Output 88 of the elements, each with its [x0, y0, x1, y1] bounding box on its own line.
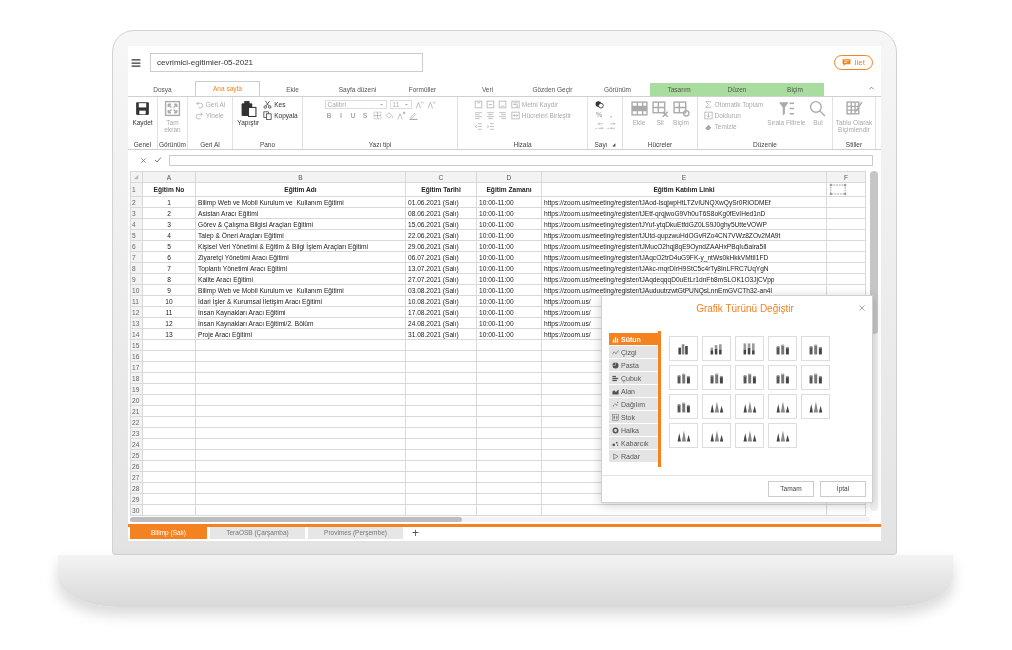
cylinder-chart-icon: [774, 370, 791, 385]
chart-style-option[interactable]: [768, 394, 797, 419]
bubble-chart-icon: [612, 439, 619, 447]
scatter-chart-icon: [612, 400, 619, 408]
column-chart-icon: [612, 335, 619, 343]
decimal-increase-icon: [594, 121, 604, 130]
wrap-text-icon: [510, 100, 520, 109]
delete-cells-icon: [651, 100, 669, 117]
donut-chart-icon: [612, 426, 619, 434]
launcher-icon[interactable]: [610, 141, 616, 147]
cylinder-chart-icon: [741, 370, 758, 385]
align-center-icon: [485, 111, 495, 120]
chart-style-option[interactable]: [669, 336, 698, 361]
close-icon: [858, 304, 866, 312]
decimal-decrease-icon: [606, 121, 616, 130]
chart-style-option[interactable]: [702, 394, 731, 419]
formula-input[interactable]: [169, 154, 873, 166]
caret-icon: [378, 102, 384, 107]
expand-icon: [164, 100, 181, 117]
cylinder-chart-icon: [675, 399, 692, 414]
chart-style-option[interactable]: [801, 336, 830, 361]
search-icon: [809, 100, 827, 117]
chat-bubble-icon: [842, 58, 852, 67]
align-top-icon: [473, 100, 483, 109]
close-button[interactable]: [858, 304, 866, 312]
highlighter-icon: [408, 111, 418, 120]
shape-icon: [829, 183, 847, 196]
cylinder-chart-icon: [708, 370, 725, 385]
stock-chart-icon: [612, 413, 619, 421]
redo-icon: [194, 111, 204, 120]
undo-icon: [194, 100, 204, 109]
cylinder-chart-icon: [807, 341, 824, 356]
horizontal-scrollbar[interactable]: [130, 517, 870, 522]
font-shrink-icon: [426, 100, 436, 109]
chart-style-option[interactable]: [669, 394, 698, 419]
font-grow-icon: [414, 100, 424, 109]
fill-down-icon: [703, 111, 713, 120]
cylinder-chart-icon: [675, 370, 692, 385]
paint-bucket-icon: [384, 111, 394, 120]
caret-icon: [403, 102, 409, 107]
chart-style-option[interactable]: [768, 365, 797, 390]
cylinder-chart-icon: [807, 370, 824, 385]
radar-chart-icon: [612, 452, 619, 460]
line-chart-icon: [612, 348, 619, 356]
chart-style-option[interactable]: [735, 336, 764, 361]
cylinder-chart-icon: [774, 341, 791, 356]
chart-style-option[interactable]: [702, 365, 731, 390]
add-sheet-button[interactable]: +: [412, 527, 419, 539]
chart-style-option[interactable]: [702, 423, 731, 448]
menu-icon[interactable]: [131, 57, 141, 68]
superscript-icon: [396, 111, 406, 120]
indent-icon: [485, 122, 495, 131]
ribbon-button[interactable]: [594, 100, 604, 109]
cancel-icon[interactable]: [140, 156, 147, 164]
chart-style-option[interactable]: [768, 423, 797, 448]
pie-chart-icon: [612, 361, 619, 369]
chart-style-option[interactable]: [669, 365, 698, 390]
format-cells-icon: [672, 100, 690, 117]
stacked-column-chart-icon: [708, 341, 725, 356]
funnel-icon: [777, 100, 795, 117]
table-brush-icon: [845, 100, 863, 117]
chart-style-option[interactable]: [801, 394, 830, 419]
coins-icon: [594, 100, 604, 109]
chart-style-option[interactable]: [735, 394, 764, 419]
align-bottom-icon: [497, 100, 507, 109]
bar-chart-icon: [612, 374, 619, 382]
chart-style-option[interactable]: [801, 365, 830, 390]
clipboard-icon: [239, 100, 257, 117]
file-name-field[interactable]: cevrimici-egitimler-05-2021: [150, 53, 423, 72]
area-chart-icon: [612, 387, 619, 395]
scissors-icon: [263, 100, 273, 109]
chart-style-option[interactable]: [735, 423, 764, 448]
chart-style-option[interactable]: [669, 423, 698, 448]
align-left-icon: [473, 111, 483, 120]
eraser-icon: [703, 122, 713, 131]
copy-icon: [263, 111, 273, 120]
chart-style-option[interactable]: [768, 336, 797, 361]
sigma-icon: [703, 100, 713, 109]
merge-cells-icon: [510, 111, 520, 120]
align-middle-icon: [485, 100, 495, 109]
align-right-icon: [497, 111, 507, 120]
chart-style-option[interactable]: [735, 365, 764, 390]
full-stacked-column-chart-icon: [741, 341, 758, 356]
check-icon[interactable]: [154, 156, 162, 164]
chart-style-option[interactable]: [702, 336, 731, 361]
border-icon: [372, 111, 382, 120]
outdent-icon: [473, 122, 483, 131]
insert-cells-icon: [630, 100, 648, 117]
